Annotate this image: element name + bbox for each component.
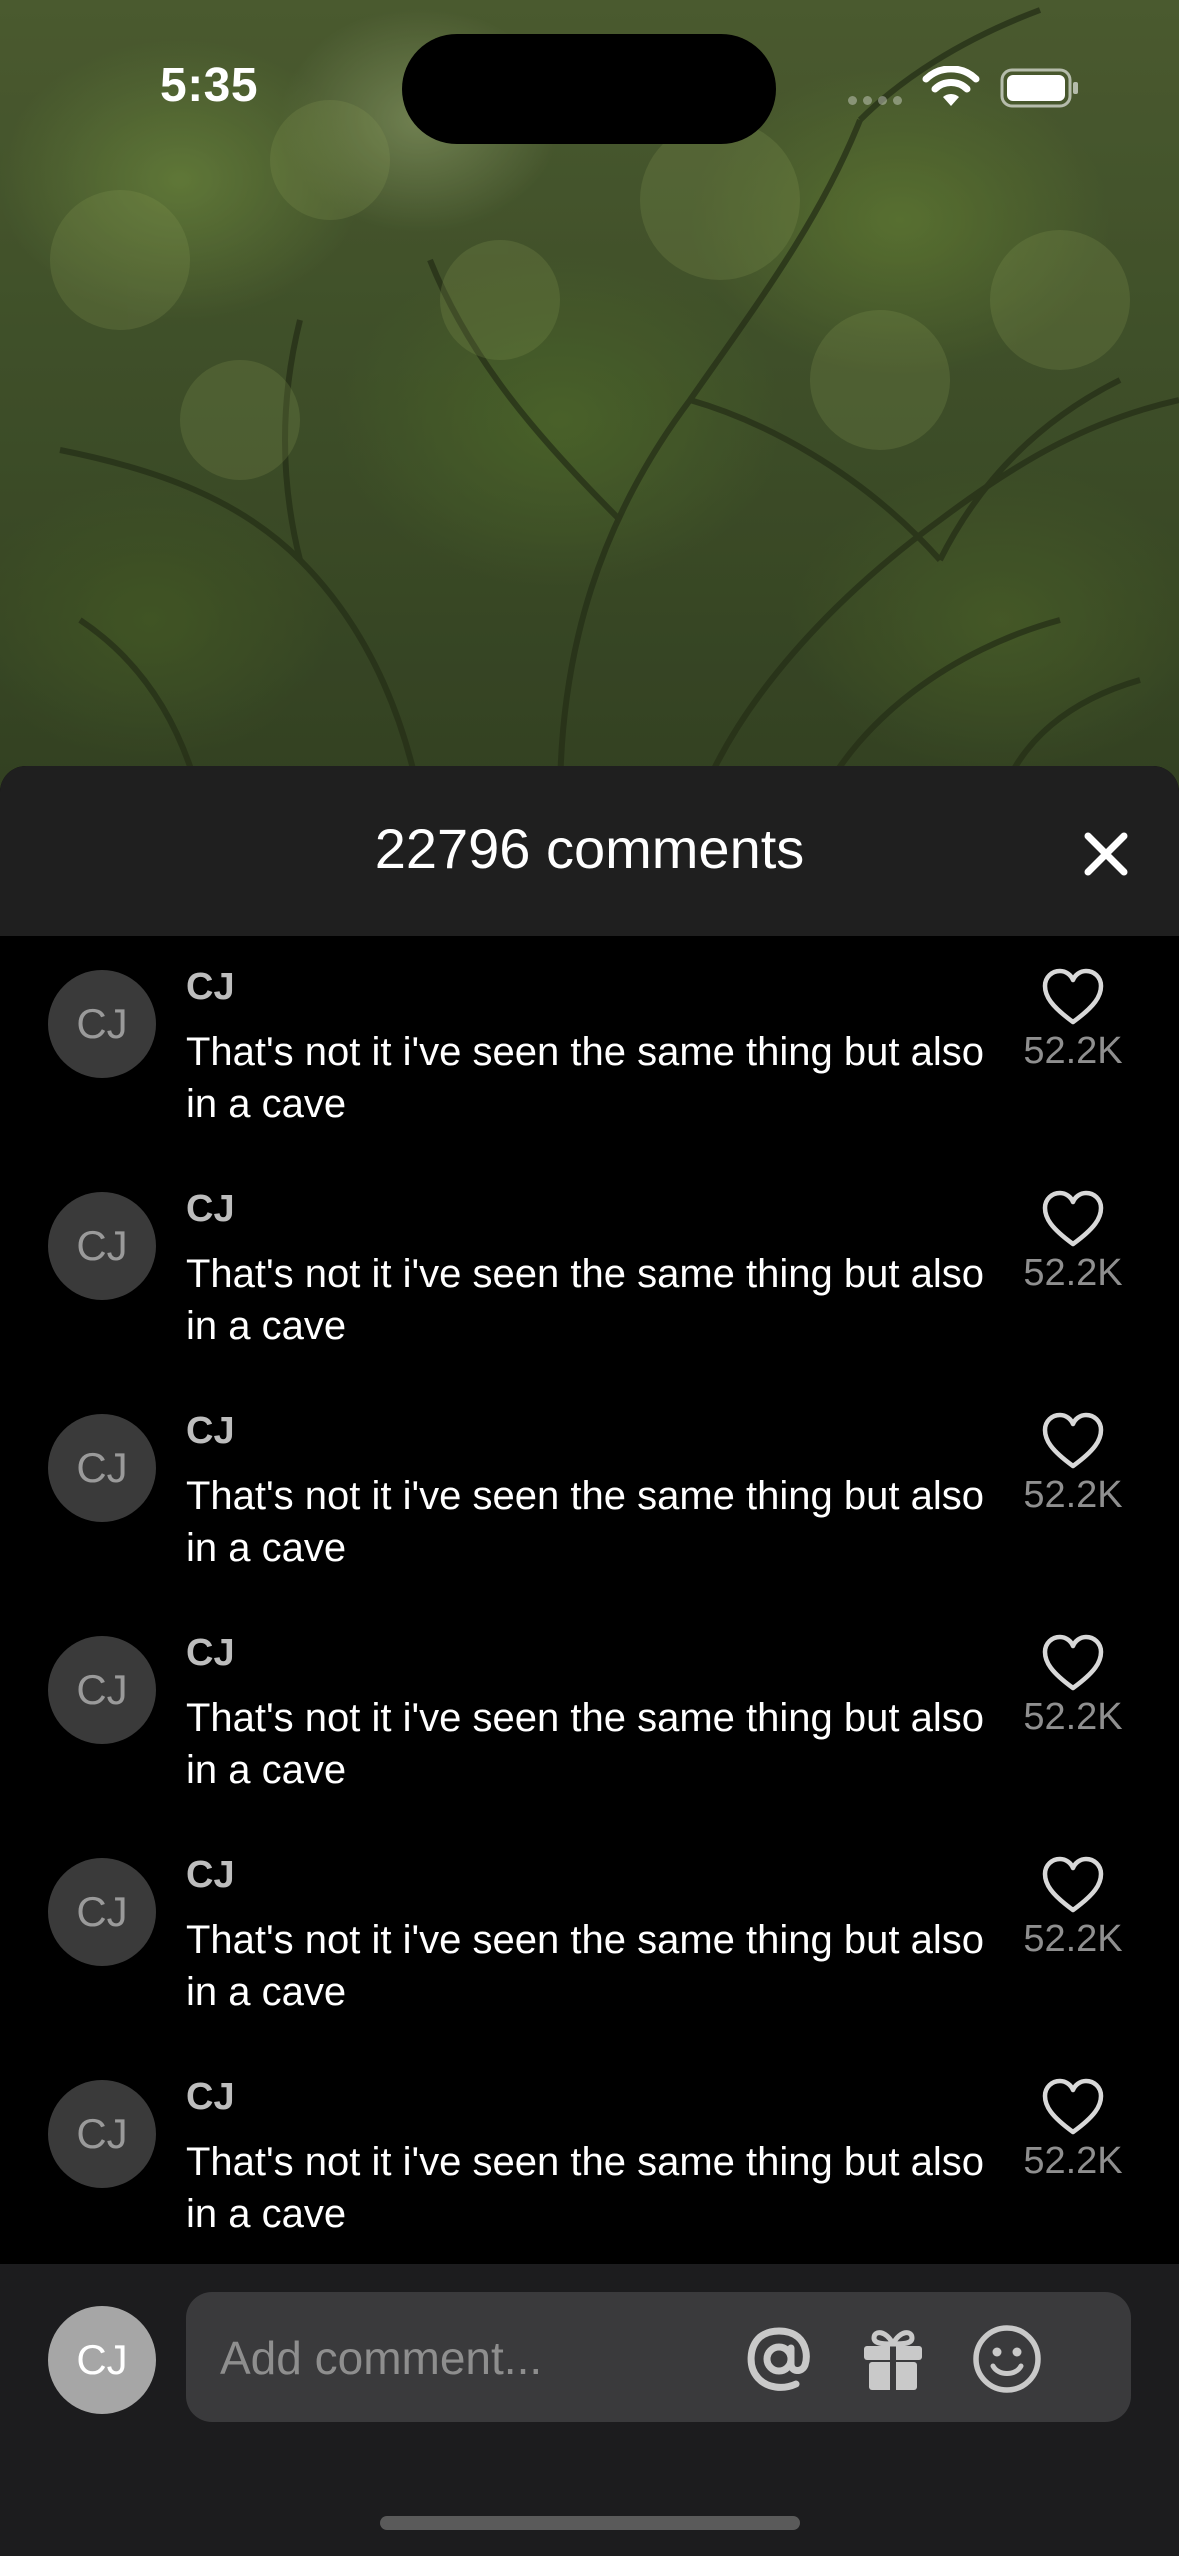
comment-item: CJ CJ That's not it i've seen the same t…	[0, 2046, 1179, 2268]
comment-text: That's not it i've seen the same thing b…	[186, 1918, 984, 2014]
comment-username[interactable]: CJ	[186, 1410, 235, 1453]
comment-item: CJ CJ That's not it i've seen the same t…	[0, 1602, 1179, 1824]
screen: 5:35 22796 comments CJ CJ That's not it …	[0, 0, 1179, 2556]
comments-count-title: 22796 comments	[374, 817, 805, 880]
dynamic-island	[402, 34, 776, 144]
avatar[interactable]: CJ	[48, 2080, 156, 2188]
comment-text: That's not it i've seen the same thing b…	[186, 1030, 984, 1126]
heart-icon[interactable]	[1041, 1412, 1105, 1470]
heart-icon[interactable]	[1041, 1856, 1105, 1914]
home-indicator[interactable]	[380, 2516, 800, 2530]
avatar[interactable]: CJ	[48, 1414, 156, 1522]
like-count: 52.2K	[1023, 1696, 1123, 1738]
at-sign-icon[interactable]	[742, 2322, 816, 2396]
like-count: 52.2K	[1023, 1918, 1123, 1960]
comments-sheet: 22796 comments CJ CJ That's not it i've …	[0, 766, 1179, 2556]
comment-username[interactable]: CJ	[186, 2076, 235, 2119]
comment-username[interactable]: CJ	[186, 1632, 235, 1675]
heart-icon[interactable]	[1041, 1190, 1105, 1248]
avatar[interactable]: CJ	[48, 1858, 156, 1966]
emoji-icon[interactable]	[970, 2322, 1044, 2396]
comment-text: That's not it i've seen the same thing b…	[186, 1474, 984, 1570]
cellular-signal-icon	[848, 96, 902, 105]
like-count: 52.2K	[1023, 1030, 1123, 1072]
avatar[interactable]: CJ	[48, 970, 156, 1078]
like-count: 52.2K	[1023, 2140, 1123, 2182]
like-button[interactable]: 52.2K	[1010, 1190, 1136, 1295]
comment-text: That's not it i've seen the same thing b…	[186, 2140, 984, 2236]
like-button[interactable]: 52.2K	[1010, 1634, 1136, 1739]
current-user-avatar[interactable]: CJ	[48, 2306, 156, 2414]
like-button[interactable]: 52.2K	[1010, 1412, 1136, 1517]
heart-icon[interactable]	[1041, 1634, 1105, 1692]
comment-username[interactable]: CJ	[186, 966, 235, 1009]
comment-composer: CJ	[0, 2264, 1179, 2556]
heart-icon[interactable]	[1041, 968, 1105, 1026]
comment-item: CJ CJ That's not it i've seen the same t…	[0, 1824, 1179, 2046]
heart-icon[interactable]	[1041, 2078, 1105, 2136]
comment-username[interactable]: CJ	[186, 1854, 235, 1897]
wifi-icon	[922, 66, 980, 106]
battery-icon	[1000, 68, 1078, 108]
like-count: 52.2K	[1023, 1474, 1123, 1516]
comment-item: CJ CJ That's not it i've seen the same t…	[0, 1380, 1179, 1602]
comment-input-box[interactable]	[186, 2292, 1131, 2422]
comment-text: That's not it i've seen the same thing b…	[186, 1696, 984, 1792]
avatar[interactable]: CJ	[48, 1192, 156, 1300]
gift-icon[interactable]	[856, 2322, 930, 2396]
like-button[interactable]: 52.2K	[1010, 968, 1136, 1073]
comment-item: CJ CJ That's not it i've seen the same t…	[0, 936, 1179, 1158]
comment-username[interactable]: CJ	[186, 1188, 235, 1231]
like-button[interactable]: 52.2K	[1010, 2078, 1136, 2183]
like-count: 52.2K	[1023, 1252, 1123, 1294]
avatar[interactable]: CJ	[48, 1636, 156, 1744]
close-icon[interactable]	[1078, 826, 1134, 882]
status-time: 5:35	[160, 59, 259, 112]
comment-text: That's not it i've seen the same thing b…	[186, 1252, 984, 1348]
sheet-header: 22796 comments	[0, 766, 1179, 936]
like-button[interactable]: 52.2K	[1010, 1856, 1136, 1961]
comment-list[interactable]: CJ CJ That's not it i've seen the same t…	[0, 936, 1179, 2268]
comment-input[interactable]	[218, 2322, 702, 2394]
comment-item: CJ CJ That's not it i've seen the same t…	[0, 1158, 1179, 1380]
